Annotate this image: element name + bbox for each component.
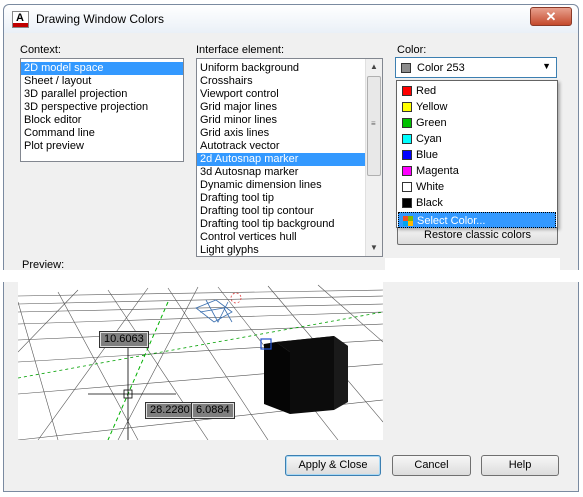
color-swatch (402, 150, 412, 160)
crosshair-cursor (88, 346, 176, 440)
color-option[interactable]: Black (398, 195, 556, 211)
light-glyph (195, 299, 233, 323)
color-swatch (402, 182, 412, 192)
interface-list-item[interactable]: Control vertices hull (197, 231, 382, 244)
scroll-down-icon[interactable]: ▼ (366, 240, 382, 256)
title-bar[interactable]: A Drawing Window Colors ✕ (4, 5, 578, 33)
interface-list-item[interactable]: 3d Autosnap marker (197, 166, 382, 179)
interface-list-item[interactable]: Drafting tool tip contour (197, 205, 382, 218)
color-option[interactable]: Green (398, 115, 556, 131)
interface-element-listbox[interactable]: Uniform background Crosshairs Viewport con… (196, 58, 383, 257)
preview-viewport: 10.6063 28.2280 6.0884 (18, 282, 383, 440)
close-button[interactable]: ✕ (530, 7, 572, 26)
scroll-thumb[interactable]: ≡ (367, 76, 381, 176)
color-option[interactable]: Cyan (398, 131, 556, 147)
color-option[interactable]: Yellow (398, 99, 556, 115)
interface-list-item[interactable]: Drafting tool tip (197, 192, 382, 205)
color-swatch (402, 118, 412, 128)
context-list-item[interactable]: Command line (21, 127, 183, 140)
cancel-button[interactable]: Cancel (392, 455, 471, 476)
interface-list-item[interactable]: Viewport control (197, 88, 382, 101)
color-label: Color: (397, 44, 427, 56)
interface-list-item[interactable]: 2d Autosnap marker (197, 153, 382, 166)
color-option[interactable]: Magenta (398, 163, 556, 179)
color-option[interactable]: White (398, 179, 556, 195)
context-list-item[interactable]: Sheet / layout (21, 75, 183, 88)
color-combobox[interactable]: Color 253 ▼ (395, 57, 557, 78)
color-dropdown-list[interactable]: Red Yellow Green Cyan Blue Magenta White Black … (396, 80, 558, 228)
color-option-label: Magenta (416, 165, 459, 177)
context-list-item[interactable]: 2D model space (21, 62, 183, 75)
cube (264, 336, 348, 414)
color-option-label: Blue (416, 149, 439, 161)
color-selected-value: Color 253 (417, 62, 465, 74)
color-option-label: Yellow (416, 101, 448, 113)
context-listbox[interactable]: 2D model space Sheet / layout 3D parallel … (20, 58, 184, 162)
interface-element-label: Interface element: (196, 44, 285, 56)
dynamic-input-tooltip: 28.2280 (145, 402, 195, 419)
context-list-item[interactable]: Block editor (21, 114, 183, 127)
color-option-label: Red (416, 85, 437, 97)
context-list-item[interactable]: Plot preview (21, 140, 183, 153)
select-color-option[interactable]: Select Color... (398, 212, 556, 228)
color-swatch (401, 63, 411, 73)
interface-list-item[interactable]: Dynamic dimension lines (197, 179, 382, 192)
interface-list-item[interactable]: Uniform background (197, 62, 382, 75)
color-option-label: Cyan (416, 133, 442, 145)
apply-close-button[interactable]: Apply & Close (285, 455, 381, 476)
dynamic-input-tooltip: 10.6063 (99, 331, 149, 348)
interface-list-item[interactable]: Crosshairs (197, 75, 382, 88)
context-list-item[interactable]: 3D perspective projection (21, 101, 183, 114)
interface-scrollbar[interactable]: ▲ ≡ ▼ (365, 59, 382, 256)
context-label: Context: (20, 44, 61, 56)
color-option-label: Black (416, 197, 443, 209)
color-palette-icon (403, 216, 413, 226)
context-list-item[interactable]: 3D parallel projection (21, 88, 183, 101)
dynamic-input-tooltip: 6.0884 (191, 402, 235, 419)
scroll-up-icon[interactable]: ▲ (366, 59, 382, 75)
color-swatch (402, 166, 412, 176)
autocad-icon: A (12, 11, 29, 28)
interface-list-item[interactable]: Grid minor lines (197, 114, 382, 127)
interface-list-item[interactable]: Drafting tool tip background (197, 218, 382, 231)
interface-list-item[interactable]: Autotrack vector (197, 140, 382, 153)
color-swatch (402, 134, 412, 144)
color-option-label: White (416, 181, 445, 193)
color-swatch (402, 198, 412, 208)
color-option-label: Green (416, 117, 447, 129)
color-swatch (402, 86, 412, 96)
select-color-label: Select Color... (417, 215, 486, 227)
chevron-down-icon[interactable]: ▼ (542, 61, 551, 71)
interface-list-item[interactable]: Grid major lines (197, 101, 382, 114)
interface-list-item[interactable]: Grid axis lines (197, 127, 382, 140)
help-button[interactable]: Help (481, 455, 559, 476)
color-swatch (402, 102, 412, 112)
color-option[interactable]: Blue (398, 147, 556, 163)
interface-list-item[interactable]: Light glyphs (197, 244, 382, 256)
window-title: Drawing Window Colors (36, 12, 165, 26)
color-option[interactable]: Red (398, 83, 556, 99)
